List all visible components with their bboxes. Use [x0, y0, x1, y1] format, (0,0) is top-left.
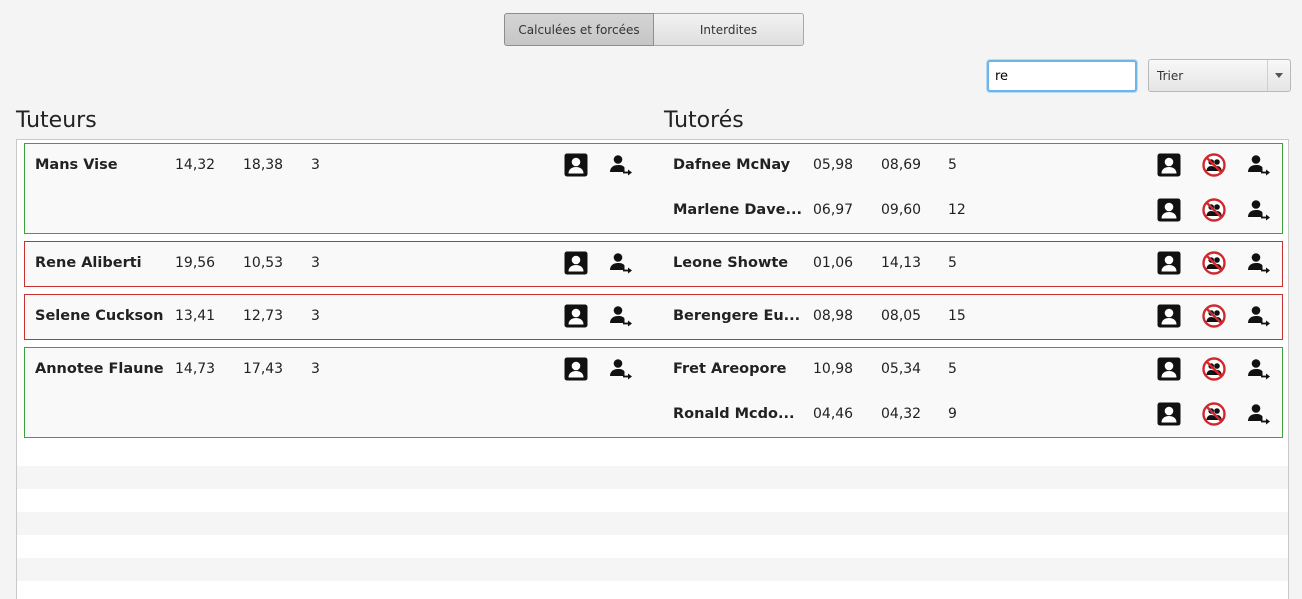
tutor-score-1: 13,41	[175, 308, 216, 324]
person-transfer-icon[interactable]	[1246, 303, 1272, 329]
tutee-name: Fret Areopore	[673, 361, 787, 377]
tutor-name: Selene Cuckson	[35, 308, 164, 324]
tutee-name: Berengere Eu...	[673, 308, 801, 324]
tutee-name: Marlene Dave...	[673, 202, 803, 218]
tutee-score-1: 04,46	[813, 406, 854, 422]
tab-calculated-forced[interactable]: Calculées et forcées	[504, 13, 654, 46]
person-transfer-icon[interactable]	[608, 250, 634, 276]
profile-card-icon[interactable]	[1156, 356, 1182, 382]
forbid-pair-icon[interactable]	[1201, 250, 1227, 276]
assignment-group[interactable]: Annotee Flaune 14,73 17,43 3 Fret Areopore 10…	[24, 347, 1283, 438]
profile-card-icon[interactable]	[563, 356, 589, 382]
assignment-group[interactable]: Selene Cuckson 13,41 12,73 3 Berengere Eu...…	[24, 294, 1283, 340]
tutee-score-2: 08,69	[881, 157, 922, 173]
person-transfer-icon[interactable]	[608, 303, 634, 329]
tutee-score-2: 04,32	[881, 406, 922, 422]
tutor-count: 3	[311, 157, 320, 173]
tutee-score-1: 10,98	[813, 361, 854, 377]
tutor-name: Rene Aliberti	[35, 255, 142, 271]
tutor-score-1: 19,56	[175, 255, 216, 271]
tutee-score-1: 08,98	[813, 308, 854, 324]
profile-card-icon[interactable]	[1156, 401, 1182, 427]
tutor-count: 3	[311, 308, 320, 324]
assignment-group[interactable]: Rene Aliberti 19,56 10,53 3 Leone Showte 01,0…	[24, 241, 1283, 287]
tutors-heading: Tuteurs	[16, 108, 97, 133]
tutee-score-1: 06,97	[813, 202, 854, 218]
person-transfer-icon[interactable]	[1246, 197, 1272, 223]
person-transfer-icon[interactable]	[608, 152, 634, 178]
tutor-score-1: 14,32	[175, 157, 216, 173]
tutee-count: 5	[948, 361, 957, 377]
profile-card-icon[interactable]	[1156, 152, 1182, 178]
person-transfer-icon[interactable]	[608, 356, 634, 382]
tutee-count: 9	[948, 406, 957, 422]
tutor-score-2: 12,73	[243, 308, 284, 324]
profile-card-icon[interactable]	[563, 303, 589, 329]
tutor-count: 3	[311, 361, 320, 377]
chevron-down-icon[interactable]	[1267, 60, 1290, 91]
tutee-count: 15	[948, 308, 966, 324]
sort-select[interactable]: Trier	[1148, 59, 1291, 92]
tutee-count: 5	[948, 157, 957, 173]
tutee-score-2: 14,13	[881, 255, 922, 271]
search-input[interactable]	[987, 60, 1137, 92]
tutor-name: Mans Vise	[35, 157, 118, 173]
tab-forbidden[interactable]: Interdites	[654, 13, 804, 46]
tutee-name: Leone Showte	[673, 255, 789, 271]
tutor-score-2: 17,43	[243, 361, 284, 377]
person-transfer-icon[interactable]	[1246, 401, 1272, 427]
tutor-score-1: 14,73	[175, 361, 216, 377]
tutee-name: Ronald Mcdo...	[673, 406, 795, 422]
view-toggle: Calculées et forcées Interdites	[504, 13, 804, 46]
profile-card-icon[interactable]	[1156, 250, 1182, 276]
sort-select-label: Trier	[1157, 68, 1184, 83]
tutor-score-2: 10,53	[243, 255, 284, 271]
tutee-score-1: 01,06	[813, 255, 854, 271]
tutees-heading: Tutorés	[664, 108, 744, 133]
forbid-pair-icon[interactable]	[1201, 356, 1227, 382]
tutee-score-2: 05,34	[881, 361, 922, 377]
person-transfer-icon[interactable]	[1246, 250, 1272, 276]
tutee-score-2: 08,05	[881, 308, 922, 324]
forbid-pair-icon[interactable]	[1201, 303, 1227, 329]
tutee-count: 5	[948, 255, 957, 271]
tutor-count: 3	[311, 255, 320, 271]
tutee-count: 12	[948, 202, 966, 218]
assignment-group[interactable]: Mans Vise 14,32 18,38 3 Dafnee McNay 05,98 08,…	[24, 143, 1283, 234]
profile-card-icon[interactable]	[1156, 303, 1182, 329]
person-transfer-icon[interactable]	[1246, 152, 1272, 178]
forbid-pair-icon[interactable]	[1201, 152, 1227, 178]
person-transfer-icon[interactable]	[1246, 356, 1272, 382]
profile-card-icon[interactable]	[1156, 197, 1182, 223]
forbid-pair-icon[interactable]	[1201, 197, 1227, 223]
tutee-score-2: 09,60	[881, 202, 922, 218]
tutor-score-2: 18,38	[243, 157, 284, 173]
forbid-pair-icon[interactable]	[1201, 401, 1227, 427]
profile-card-icon[interactable]	[563, 250, 589, 276]
profile-card-icon[interactable]	[563, 152, 589, 178]
tutor-name: Annotee Flaune	[35, 361, 164, 377]
tutee-score-1: 05,98	[813, 157, 854, 173]
tutee-name: Dafnee McNay	[673, 157, 791, 173]
